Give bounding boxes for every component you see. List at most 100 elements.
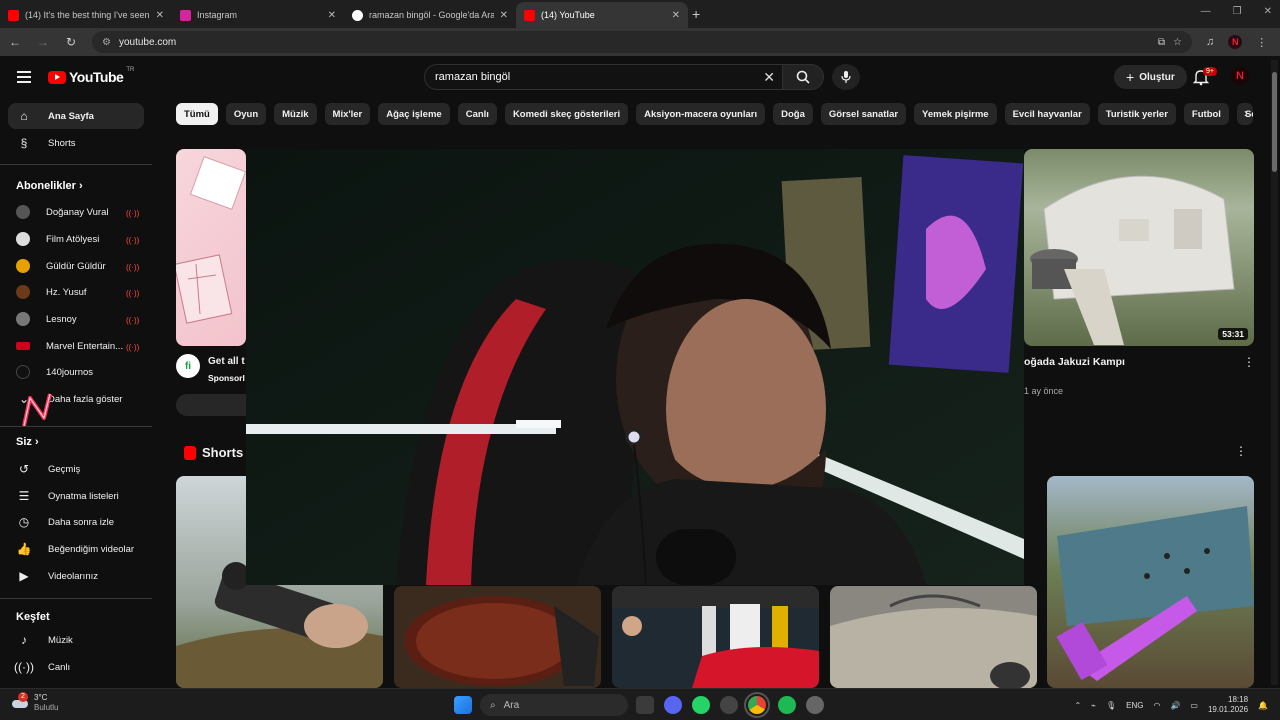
close-tab-icon[interactable]: ✕ — [328, 10, 336, 21]
install-app-icon[interactable]: ⧉ — [1158, 37, 1165, 48]
sidebar-item-liked-videos[interactable]: 👍 Beğendiğim videolar — [8, 536, 144, 562]
short-thumbnail[interactable] — [394, 586, 601, 688]
chip-13[interactable]: Futbol — [1183, 103, 1229, 125]
video-title[interactable]: oğada Jakuzi Kampı — [1024, 356, 1125, 368]
hamburger-menu-icon[interactable] — [17, 71, 31, 83]
spotify-icon[interactable] — [778, 696, 796, 714]
chevron-up-icon[interactable]: ⌃ — [1074, 701, 1081, 710]
chip-4[interactable]: Ağaç işleme — [378, 103, 450, 125]
subscription-item[interactable]: 140journos — [8, 359, 144, 385]
browser-tab[interactable]: (14) It's the best thing I've seen ✕ — [0, 2, 172, 28]
whatsapp-icon[interactable] — [692, 696, 710, 714]
network-icon[interactable]: ⌁ — [1091, 701, 1096, 710]
sidebar-item-music[interactable]: ♪ Müzik — [8, 627, 144, 653]
subscription-item[interactable]: Güldür Güldür ((·)) — [8, 253, 144, 279]
account-avatar[interactable]: N — [1231, 67, 1249, 85]
sidebar-item-playlists[interactable]: ☰ Oynatma listeleri — [8, 483, 144, 509]
weather-widget[interactable]: 2 3°C Bulutlu — [12, 692, 58, 713]
forward-icon[interactable]: → — [36, 35, 50, 49]
search-input[interactable]: ramazan bingöl ✕ — [424, 64, 786, 90]
create-button[interactable]: + Oluştur — [1114, 65, 1187, 89]
short-thumbnail[interactable] — [612, 586, 819, 688]
close-tab-icon[interactable]: ✕ — [672, 10, 680, 21]
taskbar-search[interactable]: ⌕ Ara — [480, 694, 628, 716]
profile-avatar[interactable]: N — [1228, 35, 1243, 49]
short-thumbnail[interactable] — [1047, 476, 1254, 688]
browser-tab[interactable]: ramazan bingöl - Google'da Ara ✕ — [344, 2, 516, 28]
chrome-icon[interactable] — [744, 692, 770, 718]
sidebar-item-your-videos[interactable]: ▶ Videolarınız — [8, 563, 144, 589]
close-tab-icon[interactable]: ✕ — [156, 10, 164, 21]
microphone-icon[interactable]: 🎙 — [1106, 701, 1116, 710]
subscription-item[interactable]: Marvel Entertain... ((·)) — [8, 333, 144, 359]
short-thumbnail[interactable] — [830, 586, 1037, 688]
media-controls-icon[interactable]: ♫ — [1206, 36, 1214, 48]
back-icon[interactable]: ← — [8, 35, 22, 49]
ad-cta-button[interactable] — [176, 394, 246, 416]
wifi-icon[interactable]: ◠ — [1153, 701, 1160, 710]
sidebar-item-history[interactable]: ↺ Geçmiş — [8, 456, 144, 482]
you-header[interactable]: Siz › — [16, 436, 39, 448]
app-icon[interactable] — [720, 696, 738, 714]
chip-11[interactable]: Evcil hayvanlar — [1004, 103, 1090, 125]
chip-6[interactable]: Komedi skeç gösterileri — [504, 103, 629, 125]
shorts-menu-kebab-icon[interactable]: ⋮ — [1235, 444, 1247, 458]
subscription-item[interactable]: Film Atölyesi ((·)) — [8, 226, 144, 252]
bookmark-star-icon[interactable]: ☆ — [1173, 37, 1182, 48]
menu-kebab-icon[interactable]: ⋮ — [1256, 36, 1267, 49]
chip-12[interactable]: Turistik yerler — [1097, 103, 1176, 125]
logo-country: TR — [126, 67, 135, 73]
sidebar-item-watch-later[interactable]: ◷ Daha sonra izle — [8, 509, 144, 535]
reload-icon[interactable]: ↻ — [64, 35, 78, 49]
start-windows-icon[interactable] — [454, 696, 472, 714]
video-menu-kebab-icon[interactable]: ⋮ — [1243, 355, 1255, 369]
discord-icon[interactable] — [664, 696, 682, 714]
battery-icon[interactable]: ▭ — [1190, 701, 1198, 710]
weather-badge: 2 — [18, 692, 28, 702]
chevron-right-icon[interactable]: › — [1244, 106, 1248, 120]
video-thumbnail[interactable]: 53:31 — [1024, 149, 1254, 346]
sidebar-item-shorts[interactable]: § Shorts — [8, 130, 144, 156]
url-field[interactable]: ⚙ youtube.com ⧉ ☆ — [92, 31, 1192, 53]
restore-icon[interactable]: ❐ — [1233, 6, 1242, 17]
notification-bell-icon[interactable]: 🔔 — [1258, 701, 1268, 710]
subscription-item[interactable]: Hz. Yusuf ((·)) — [8, 279, 144, 305]
chip-0[interactable]: Tümü — [176, 103, 218, 125]
chip-10[interactable]: Yemek pişirme — [914, 103, 997, 125]
subscription-item[interactable]: Lesnoy ((·)) — [8, 306, 144, 332]
chip-9[interactable]: Görsel sanatlar — [820, 103, 907, 125]
clock[interactable]: 18:18 19.01.2026 — [1208, 695, 1248, 715]
subscriptions-header[interactable]: Abonelikler › — [16, 180, 83, 192]
chip-1[interactable]: Oyun — [225, 103, 267, 125]
chip-3[interactable]: Mix'ler — [324, 103, 371, 125]
search-button[interactable] — [782, 64, 824, 90]
subscription-item[interactable]: Doğanay Vural ((·)) — [8, 199, 144, 225]
youtube-logo[interactable]: YouTube TR — [48, 67, 135, 85]
scrollbar-thumb[interactable] — [1272, 72, 1277, 172]
volume-icon[interactable]: 🔊 — [1170, 701, 1180, 710]
ad-thumbnail[interactable] — [176, 149, 246, 346]
browser-tab[interactable]: Instagram ✕ — [172, 2, 344, 28]
browser-tab-active[interactable]: (14) YouTube ✕ — [516, 2, 688, 28]
page-scrollbar[interactable] — [1271, 60, 1278, 685]
sidebar-item-live[interactable]: ((·)) Canlı — [8, 654, 144, 680]
app-icon[interactable] — [806, 696, 824, 714]
close-tab-icon[interactable]: ✕ — [500, 10, 508, 21]
clear-search-icon[interactable]: ✕ — [763, 69, 775, 86]
sidebar: ⌂ Ana Sayfa § Shorts Abonelikler › Doğan… — [0, 98, 160, 688]
new-tab-button[interactable]: + — [692, 6, 700, 22]
chip-8[interactable]: Doğa — [773, 103, 813, 125]
voice-search-button[interactable] — [832, 64, 860, 90]
sidebar-item-home[interactable]: ⌂ Ana Sayfa — [8, 103, 144, 129]
task-view-icon[interactable] — [636, 696, 654, 714]
ad-title[interactable]: Get all t — [208, 356, 245, 367]
site-info-icon[interactable]: ⚙ — [102, 37, 111, 48]
minimize-icon[interactable]: — — [1201, 6, 1211, 17]
close-window-icon[interactable]: ✕ — [1264, 6, 1272, 17]
chip-2[interactable]: Müzik — [274, 103, 317, 125]
language-indicator[interactable]: ENG — [1126, 701, 1143, 710]
advertiser-avatar[interactable]: fi — [176, 354, 200, 378]
chip-7[interactable]: Aksiyon-macera oyunları — [636, 103, 766, 125]
chip-5[interactable]: Canlı — [457, 103, 497, 125]
sidebar-divider — [0, 164, 152, 165]
